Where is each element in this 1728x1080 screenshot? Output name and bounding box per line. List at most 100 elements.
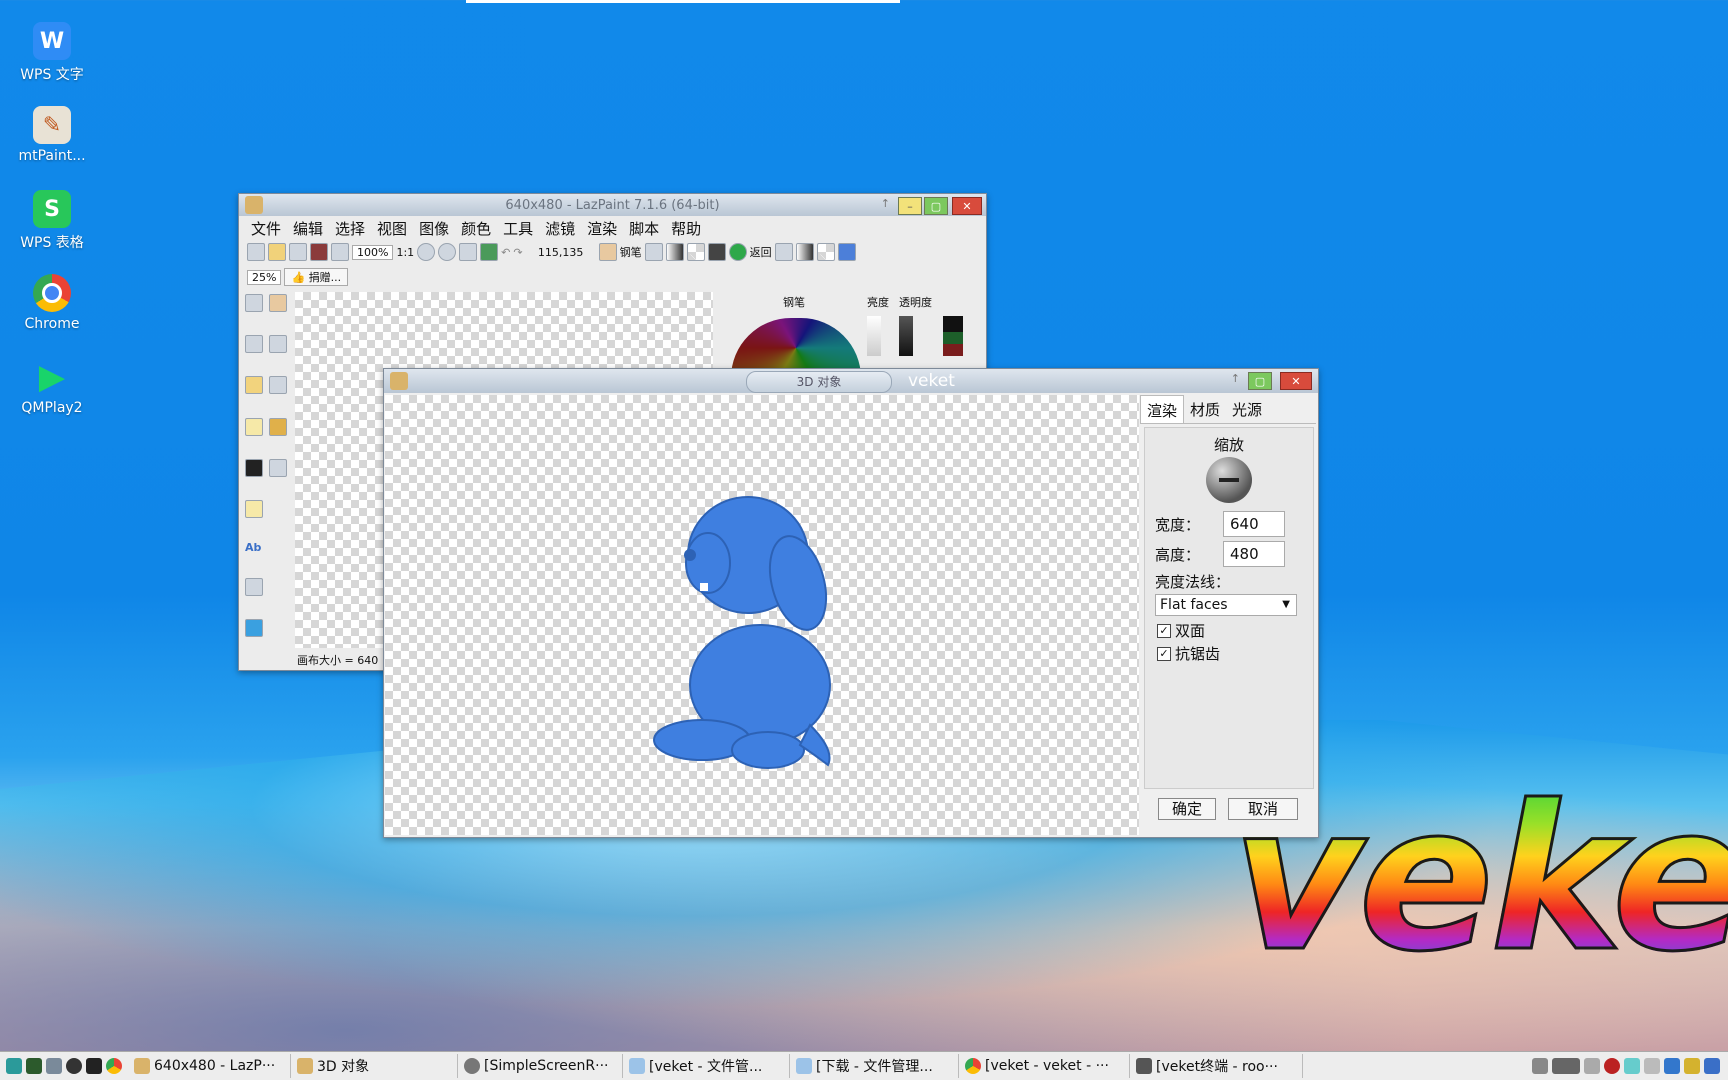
- hand-icon[interactable]: [598, 243, 617, 261]
- zoom-fit-icon[interactable]: [459, 243, 478, 261]
- volume-icon[interactable]: [1704, 1058, 1720, 1074]
- tab-render[interactable]: 渲染: [1140, 395, 1185, 423]
- ok-button[interactable]: 确定: [1158, 798, 1216, 820]
- 3d-preview-canvas[interactable]: [385, 395, 1139, 835]
- clipboard-icon[interactable]: [1644, 1058, 1660, 1074]
- fill-icon[interactable]: [644, 243, 663, 261]
- width-field[interactable]: 640: [1223, 511, 1285, 537]
- taskbar-task[interactable]: 3D 对象: [291, 1054, 458, 1078]
- terminal-icon[interactable]: [86, 1058, 102, 1074]
- menu-help[interactable]: 帮助: [665, 218, 707, 239]
- taskbar-task[interactable]: [veket - veket - ···: [959, 1054, 1130, 1078]
- transparency-icon[interactable]: [686, 243, 705, 261]
- back-icon[interactable]: [728, 243, 747, 261]
- desktop-icon-wps-writer[interactable]: W WPS 文字: [8, 22, 96, 106]
- menu-file[interactable]: 文件: [245, 218, 287, 239]
- lazpaint-titlebar[interactable]: 640x480 - LazPaint 7.1.6 (64-bit) ↑ – ▢ …: [239, 194, 986, 216]
- transparency-icon-2[interactable]: [816, 243, 835, 261]
- zoom-in-icon[interactable]: [417, 243, 436, 261]
- grid-tool-icon[interactable]: [245, 577, 263, 596]
- texture-icon[interactable]: [707, 243, 726, 261]
- hand-tool-icon[interactable]: [269, 294, 287, 312]
- settings-gear-icon[interactable]: [46, 1058, 62, 1074]
- zoom-out-icon[interactable]: [438, 243, 457, 261]
- pin-icon[interactable]: ↑: [881, 197, 890, 210]
- opacity-slider[interactable]: [899, 316, 913, 356]
- undo-icon[interactable]: ↶: [501, 246, 510, 259]
- move-tool-icon[interactable]: [245, 294, 263, 312]
- tab-light[interactable]: 光源: [1226, 395, 1268, 423]
- taskbar-task[interactable]: [SimpleScreenR···: [458, 1054, 623, 1078]
- layers-icon[interactable]: [480, 243, 499, 261]
- gradient-icon-2[interactable]: [795, 243, 814, 261]
- polygon-tool-icon[interactable]: [245, 500, 263, 519]
- redo-icon[interactable]: ↷: [513, 246, 522, 259]
- system-monitor-icon[interactable]: [26, 1058, 42, 1074]
- keyboard-icon[interactable]: [1584, 1058, 1600, 1074]
- text-tool-icon[interactable]: Ab: [245, 541, 261, 571]
- menu-edit[interactable]: 编辑: [287, 218, 329, 239]
- zoom-ratio[interactable]: 1:1: [396, 246, 414, 259]
- new-file-icon[interactable]: [247, 243, 265, 261]
- select-tool-icon[interactable]: [245, 376, 263, 395]
- taskbar-task[interactable]: [veket - 文件管...: [623, 1054, 790, 1078]
- pen-mode-label[interactable]: 钢笔: [620, 244, 642, 260]
- dialog-titlebar[interactable]: 3D 对象 veket ↑ ▢ ✕: [384, 369, 1318, 393]
- rectangle-tool-icon[interactable]: [245, 417, 263, 436]
- fill-tool-icon[interactable]: [245, 335, 263, 354]
- eraser-tool-icon[interactable]: [269, 458, 287, 477]
- brightness-slider[interactable]: [867, 316, 881, 356]
- taskbar-task[interactable]: 640x480 - LazP···: [128, 1054, 291, 1078]
- show-desktop-icon[interactable]: [6, 1058, 22, 1074]
- screenshot-icon[interactable]: [1532, 1058, 1548, 1074]
- chrome-icon[interactable]: [106, 1058, 122, 1074]
- gradient-icon[interactable]: [665, 243, 684, 261]
- maximize-button[interactable]: ▢: [924, 197, 948, 215]
- fill-icon-2[interactable]: [774, 243, 793, 261]
- curve-tool-icon[interactable]: [245, 458, 263, 477]
- copy-icon[interactable]: [331, 243, 349, 261]
- pin-icon[interactable]: ↑: [1231, 372, 1240, 385]
- tab-material[interactable]: 材质: [1184, 395, 1226, 423]
- antialias-checkbox[interactable]: ✓: [1157, 646, 1171, 661]
- back-label[interactable]: 返回: [750, 244, 772, 260]
- desktop-icon-chrome[interactable]: Chrome: [8, 274, 96, 358]
- save-icon[interactable]: [289, 243, 307, 261]
- menu-tools[interactable]: 工具: [497, 218, 539, 239]
- menu-script[interactable]: 脚本: [623, 218, 665, 239]
- network-icon[interactable]: [1624, 1058, 1640, 1074]
- eyedropper-tool-icon[interactable]: [269, 335, 287, 354]
- zoom-level[interactable]: 100%: [352, 244, 394, 260]
- double-sided-checkbox[interactable]: ✓: [1157, 623, 1171, 638]
- zoom-knob[interactable]: [1206, 457, 1252, 503]
- display-icon[interactable]: [1664, 1058, 1680, 1074]
- taskbar-task[interactable]: [下载 - 文件管理...: [790, 1054, 959, 1078]
- close-button[interactable]: ✕: [1280, 372, 1312, 390]
- height-field[interactable]: 480: [1223, 541, 1285, 567]
- menu-view[interactable]: 视图: [371, 218, 413, 239]
- palette-strip[interactable]: [943, 316, 963, 356]
- maximize-button[interactable]: ▢: [1248, 372, 1272, 390]
- perspective-tool-icon[interactable]: [245, 618, 263, 637]
- zoom-small[interactable]: 25%: [247, 269, 282, 285]
- 3d-dog-model[interactable]: [630, 475, 930, 775]
- color-swatch-icon[interactable]: [837, 243, 856, 261]
- desktop-icon-mtpaint[interactable]: ✎ mtPaint...: [8, 106, 96, 190]
- normals-select[interactable]: Flat faces ▼: [1155, 594, 1297, 616]
- taskbar-task[interactable]: [veket终端 - roo···: [1130, 1054, 1303, 1078]
- close-button[interactable]: ✕: [952, 197, 982, 215]
- menu-image[interactable]: 图像: [413, 218, 455, 239]
- brush-tool-icon[interactable]: [269, 417, 287, 436]
- pen-tool-icon[interactable]: [269, 376, 287, 395]
- menu-color[interactable]: 颜色: [455, 218, 497, 239]
- menu-filters[interactable]: 滤镜: [539, 218, 581, 239]
- workspace-icon[interactable]: [1552, 1058, 1580, 1074]
- minimize-button[interactable]: –: [898, 197, 922, 215]
- open-folder-icon[interactable]: [268, 243, 286, 261]
- menu-render[interactable]: 渲染: [581, 218, 623, 239]
- desktop-icon-wps-sheets[interactable]: S WPS 表格: [8, 190, 96, 274]
- desktop-icon-qmplay2[interactable]: ▶ QMPlay2: [8, 357, 96, 442]
- storage-icon[interactable]: [1684, 1058, 1700, 1074]
- save-as-icon[interactable]: [310, 243, 328, 261]
- media-player-icon[interactable]: [66, 1058, 82, 1074]
